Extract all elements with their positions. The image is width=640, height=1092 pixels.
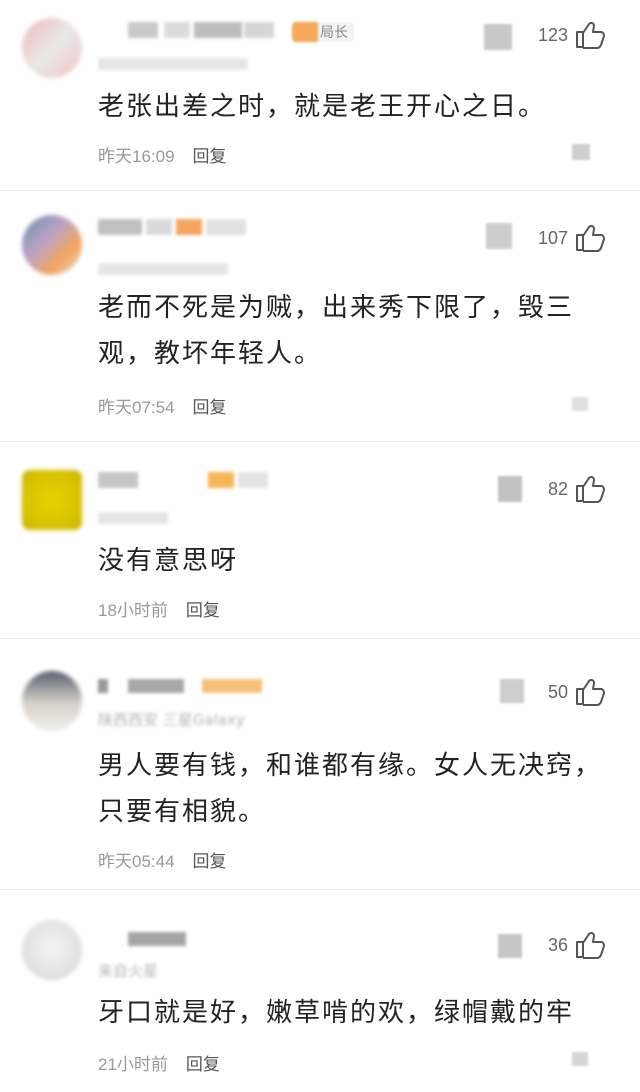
comment-item: 局长 123 老张出差之时，就是老王开心之日。 昨天16:09 回复: [0, 0, 640, 190]
mosaic-block: [572, 144, 590, 160]
avatar[interactable]: [22, 215, 82, 275]
comment-text: 牙口就是好，嫩草啃的欢，绿帽戴的牢: [98, 998, 575, 1028]
like-button[interactable]: 50: [548, 677, 606, 707]
comment-text: 男人要有钱，和谁都有缘。女人无决窍，只要有相貌。: [98, 751, 603, 827]
mosaic-block: [486, 223, 512, 249]
mosaic-block: [484, 24, 512, 50]
sub-info: [98, 58, 248, 70]
comment-meta: 21小时前 回复: [98, 1050, 220, 1075]
like-count: 123: [537, 24, 568, 45]
comment-meta: 昨天16:09 回复: [98, 142, 227, 167]
mosaic-block: [500, 679, 524, 703]
comment-meta: 昨天07:54 回复: [98, 393, 227, 418]
reply-button[interactable]: 回复: [193, 393, 227, 418]
comment-time: 昨天16:09: [98, 147, 175, 166]
comment-time: 昨天07:54: [98, 398, 175, 417]
reply-button[interactable]: 回复: [193, 142, 227, 167]
reply-button[interactable]: 回复: [186, 596, 220, 621]
like-count: 82: [547, 478, 568, 499]
comment-time: 18小时前: [98, 601, 168, 620]
avatar[interactable]: [22, 18, 82, 78]
like-button[interactable]: 82: [548, 474, 606, 504]
mosaic-block: [572, 1052, 588, 1066]
like-button[interactable]: 36: [548, 930, 606, 960]
comment-text: 没有意思呀: [98, 546, 239, 576]
like-count: 50: [547, 681, 568, 702]
comment-item: 107 老而不死是为贼，出来秀下限了，毁三观，教坏年轻人。 昨天07:54 回复: [0, 191, 640, 441]
like-button[interactable]: 123: [538, 20, 606, 50]
avatar[interactable]: [22, 671, 82, 731]
thumbs-up-icon: [576, 21, 605, 49]
avatar[interactable]: [22, 470, 82, 530]
comment-item: 来自火星 36 牙口就是好，嫩草啃的欢，绿帽戴的牢 21小时前 回复: [0, 890, 640, 1092]
sub-info: [98, 263, 228, 275]
reply-button[interactable]: 回复: [193, 847, 227, 872]
thumbs-up-icon: [576, 224, 605, 252]
sub-info: [98, 512, 168, 524]
comment-time: 昨天05:44: [98, 852, 175, 871]
comment-time: 21小时前: [98, 1055, 168, 1074]
thumbs-up-icon: [576, 475, 605, 503]
user-level-badge: 局长: [292, 22, 354, 42]
comment-meta: 昨天05:44 回复: [98, 847, 227, 872]
reply-button[interactable]: 回复: [186, 1050, 220, 1075]
like-count: 107: [537, 227, 568, 248]
comment-text: 老而不死是为贼，出来秀下限了，毁三观，教坏年轻人。: [98, 293, 575, 369]
mosaic-block: [572, 397, 588, 411]
mosaic-block: [498, 476, 522, 502]
avatar[interactable]: [22, 920, 82, 980]
location-device: 陕西西安 三星Galaxy: [98, 711, 245, 729]
comment-item: 陕西西安 三星Galaxy 50 男人要有钱，和谁都有缘。女人无决窍，只要有相貌…: [0, 639, 640, 889]
badge-color: [292, 22, 318, 42]
comment-item: 82 没有意思呀 18小时前 回复: [0, 442, 640, 638]
thumbs-up-icon: [576, 931, 605, 959]
mosaic-block: [498, 934, 522, 958]
comment-meta: 18小时前 回复: [98, 596, 220, 621]
like-count: 36: [547, 934, 568, 955]
thumbs-up-icon: [576, 678, 605, 706]
like-button[interactable]: 107: [538, 223, 606, 253]
comment-text: 老张出差之时，就是老王开心之日。: [98, 92, 547, 122]
badge-label: 局长: [320, 25, 348, 41]
location: 来自火星: [98, 962, 159, 980]
